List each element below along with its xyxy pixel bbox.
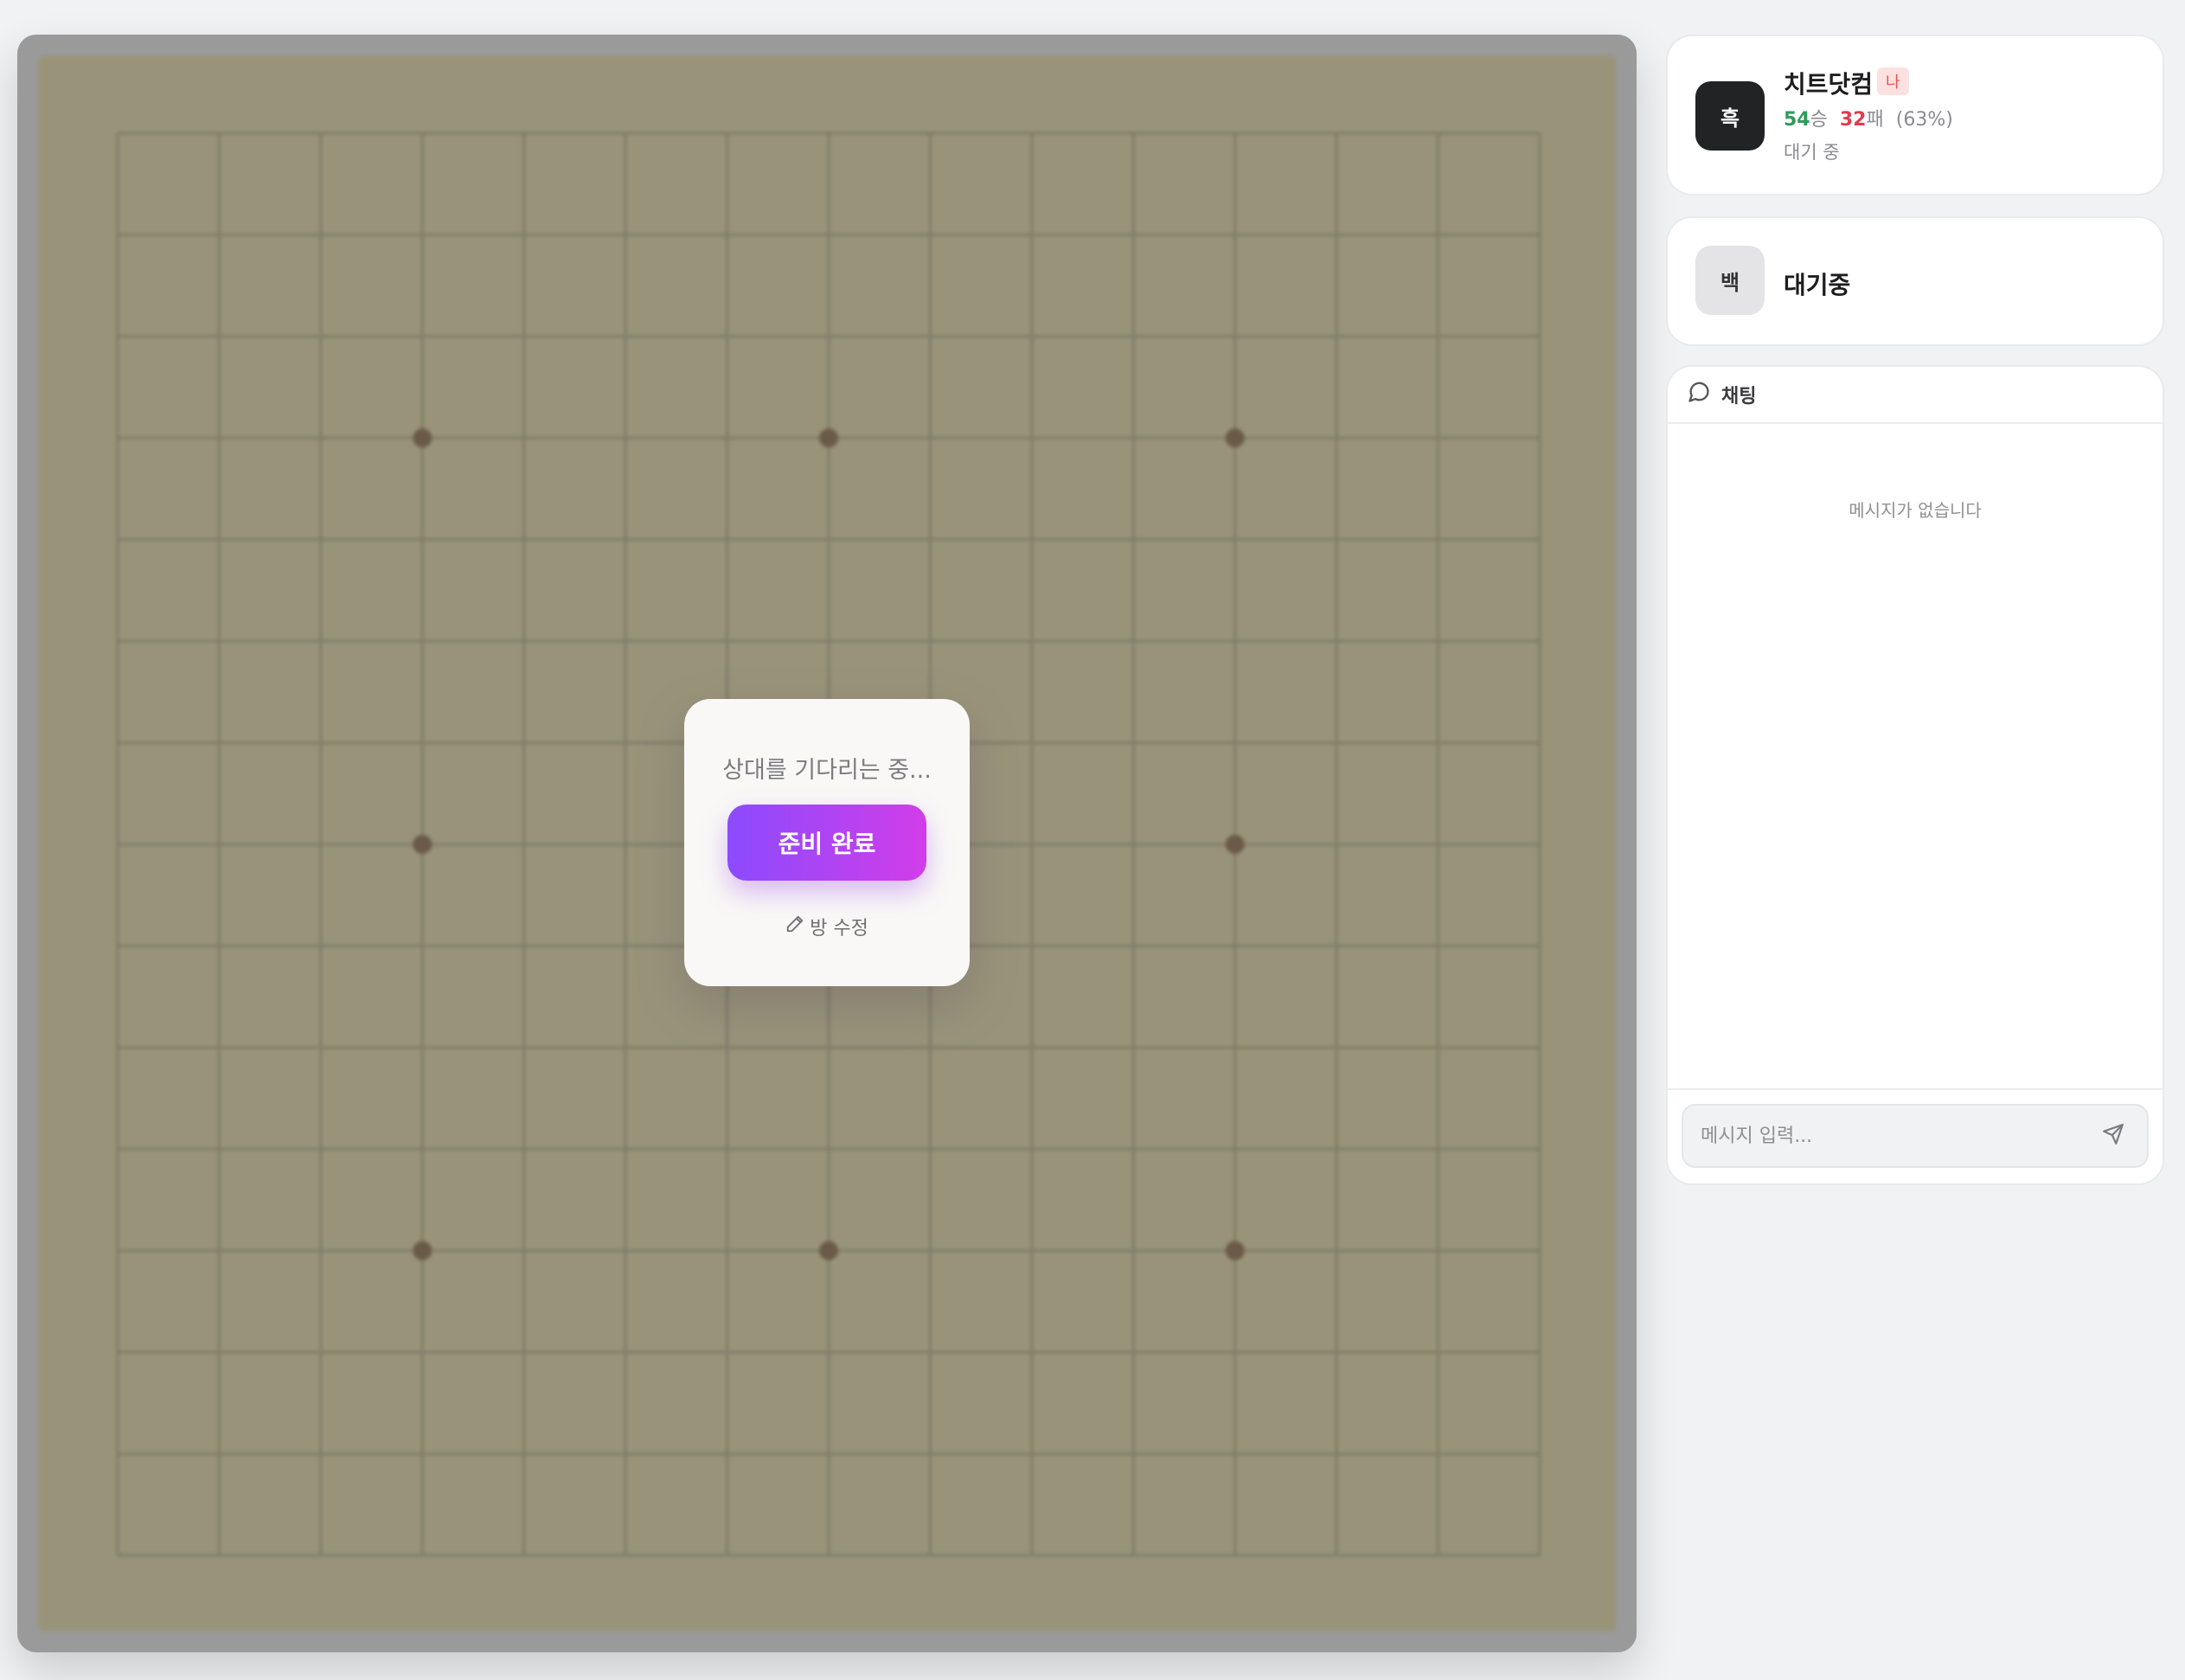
star-point — [1225, 835, 1245, 854]
ready-button[interactable]: 준비 완료 — [727, 805, 926, 881]
pencil-icon — [785, 914, 804, 939]
chat-header: 채팅 — [1668, 367, 2163, 424]
send-button[interactable] — [2093, 1116, 2133, 1156]
chat-panel: 채팅 메시지가 없습니다 — [1666, 365, 2164, 1185]
player-name: 치트닷컴 — [1784, 70, 1874, 99]
opponent-name: 대기중 — [1784, 271, 1851, 299]
chat-bubble-icon — [1687, 380, 1711, 409]
white-stone-avatar: 백 — [1695, 246, 1765, 315]
star-point — [413, 1241, 433, 1260]
black-stone-avatar: 흑 — [1695, 81, 1765, 151]
player-record: 54승 32패 (63%) — [1784, 104, 1953, 131]
chat-title: 채팅 — [1721, 386, 1757, 407]
edit-room-button[interactable]: 방 수정 — [684, 913, 970, 940]
message-input[interactable] — [1682, 1104, 2149, 1168]
losses-count: 32 — [1839, 109, 1867, 131]
star-point — [413, 428, 433, 448]
star-point — [413, 835, 433, 854]
star-point — [819, 1241, 838, 1260]
losses-suffix: 패 — [1866, 109, 1884, 131]
waiting-modal: 상대를 기다리는 중... 준비 완료 방 수정 — [684, 699, 970, 986]
win-rate: (63%) — [1895, 109, 1953, 131]
star-point — [819, 428, 838, 448]
player-card-black: 흑 치트닷컴 나 54승 32패 (63%) 대기 중 — [1666, 35, 2164, 196]
wins-count: 54 — [1784, 109, 1810, 131]
chat-empty-message: 메시지가 없습니다 — [1849, 500, 1982, 521]
star-point — [1225, 428, 1245, 448]
player-card-white: 백 대기중 — [1666, 216, 2164, 346]
me-badge: 나 — [1877, 67, 1909, 95]
chat-input-bar — [1668, 1088, 2163, 1183]
player-status: 대기 중 — [1784, 142, 1840, 163]
game-board: 상대를 기다리는 중... 준비 완료 방 수정 — [17, 35, 1637, 1652]
edit-room-label: 방 수정 — [810, 918, 868, 939]
waiting-message: 상대를 기다리는 중... — [722, 757, 932, 784]
send-icon — [2102, 1123, 2124, 1149]
wins-suffix: 승 — [1810, 109, 1828, 131]
star-point — [1225, 1241, 1245, 1260]
